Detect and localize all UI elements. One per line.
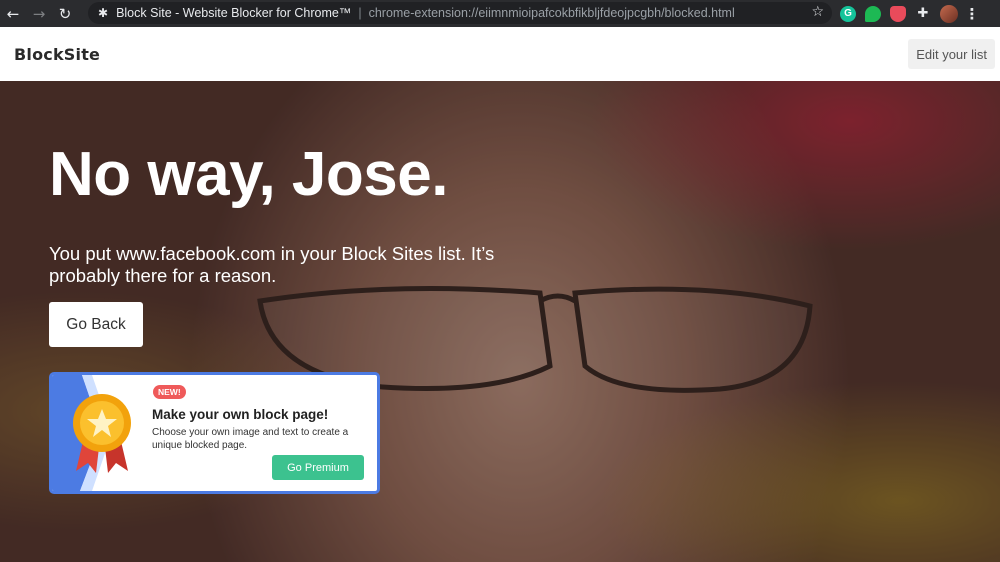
extensions-puzzle-icon[interactable]: ✚ (915, 6, 931, 22)
blocksite-logo: BlockSite (14, 45, 101, 64)
promo-description: Choose your own image and text to create… (152, 427, 349, 451)
block-message: You put www.facebook.com in your Block S… (49, 243, 495, 286)
headline: No way, Jose. (49, 140, 448, 209)
premium-promo-card: NEW! Make your own block page! Choose yo… (49, 372, 380, 494)
forward-arrow-icon[interactable]: → (26, 0, 52, 27)
green-extension-icon[interactable] (865, 5, 881, 22)
back-arrow-icon[interactable]: ← (0, 0, 26, 27)
shield-extension-icon[interactable] (890, 5, 906, 22)
separator: | (358, 6, 362, 20)
hero-section: No way, Jose. You put www.facebook.com i… (0, 81, 1000, 562)
page-title: Block Site - Website Blocker for Chrome™ (116, 6, 352, 20)
new-badge: NEW! (153, 385, 186, 399)
url-text: chrome-extension://eiimnmioipafcokbfikbl… (368, 6, 735, 20)
grammarly-icon[interactable]: G (840, 5, 856, 22)
extension-tray: G ✚ ⋮ (840, 0, 980, 27)
medal-icon (52, 375, 131, 491)
go-back-button[interactable]: Go Back (49, 302, 143, 347)
promo-title: Make your own block page! (152, 407, 329, 422)
menu-icon[interactable]: ⋮ (965, 5, 980, 23)
profile-avatar[interactable] (940, 4, 958, 23)
edit-list-button[interactable]: Edit your list (908, 39, 995, 69)
star-icon[interactable]: ☆ (811, 4, 824, 20)
puzzle-icon: ✱ (98, 6, 109, 20)
app-header: BlockSite Edit your list (0, 27, 1000, 81)
browser-toolbar: ← → ↻ ✱ Block Site - Website Blocker for… (0, 0, 1000, 27)
go-premium-button[interactable]: Go Premium (272, 455, 364, 480)
address-bar[interactable]: ✱ Block Site - Website Blocker for Chrom… (88, 2, 832, 24)
reload-icon[interactable]: ↻ (52, 0, 78, 27)
